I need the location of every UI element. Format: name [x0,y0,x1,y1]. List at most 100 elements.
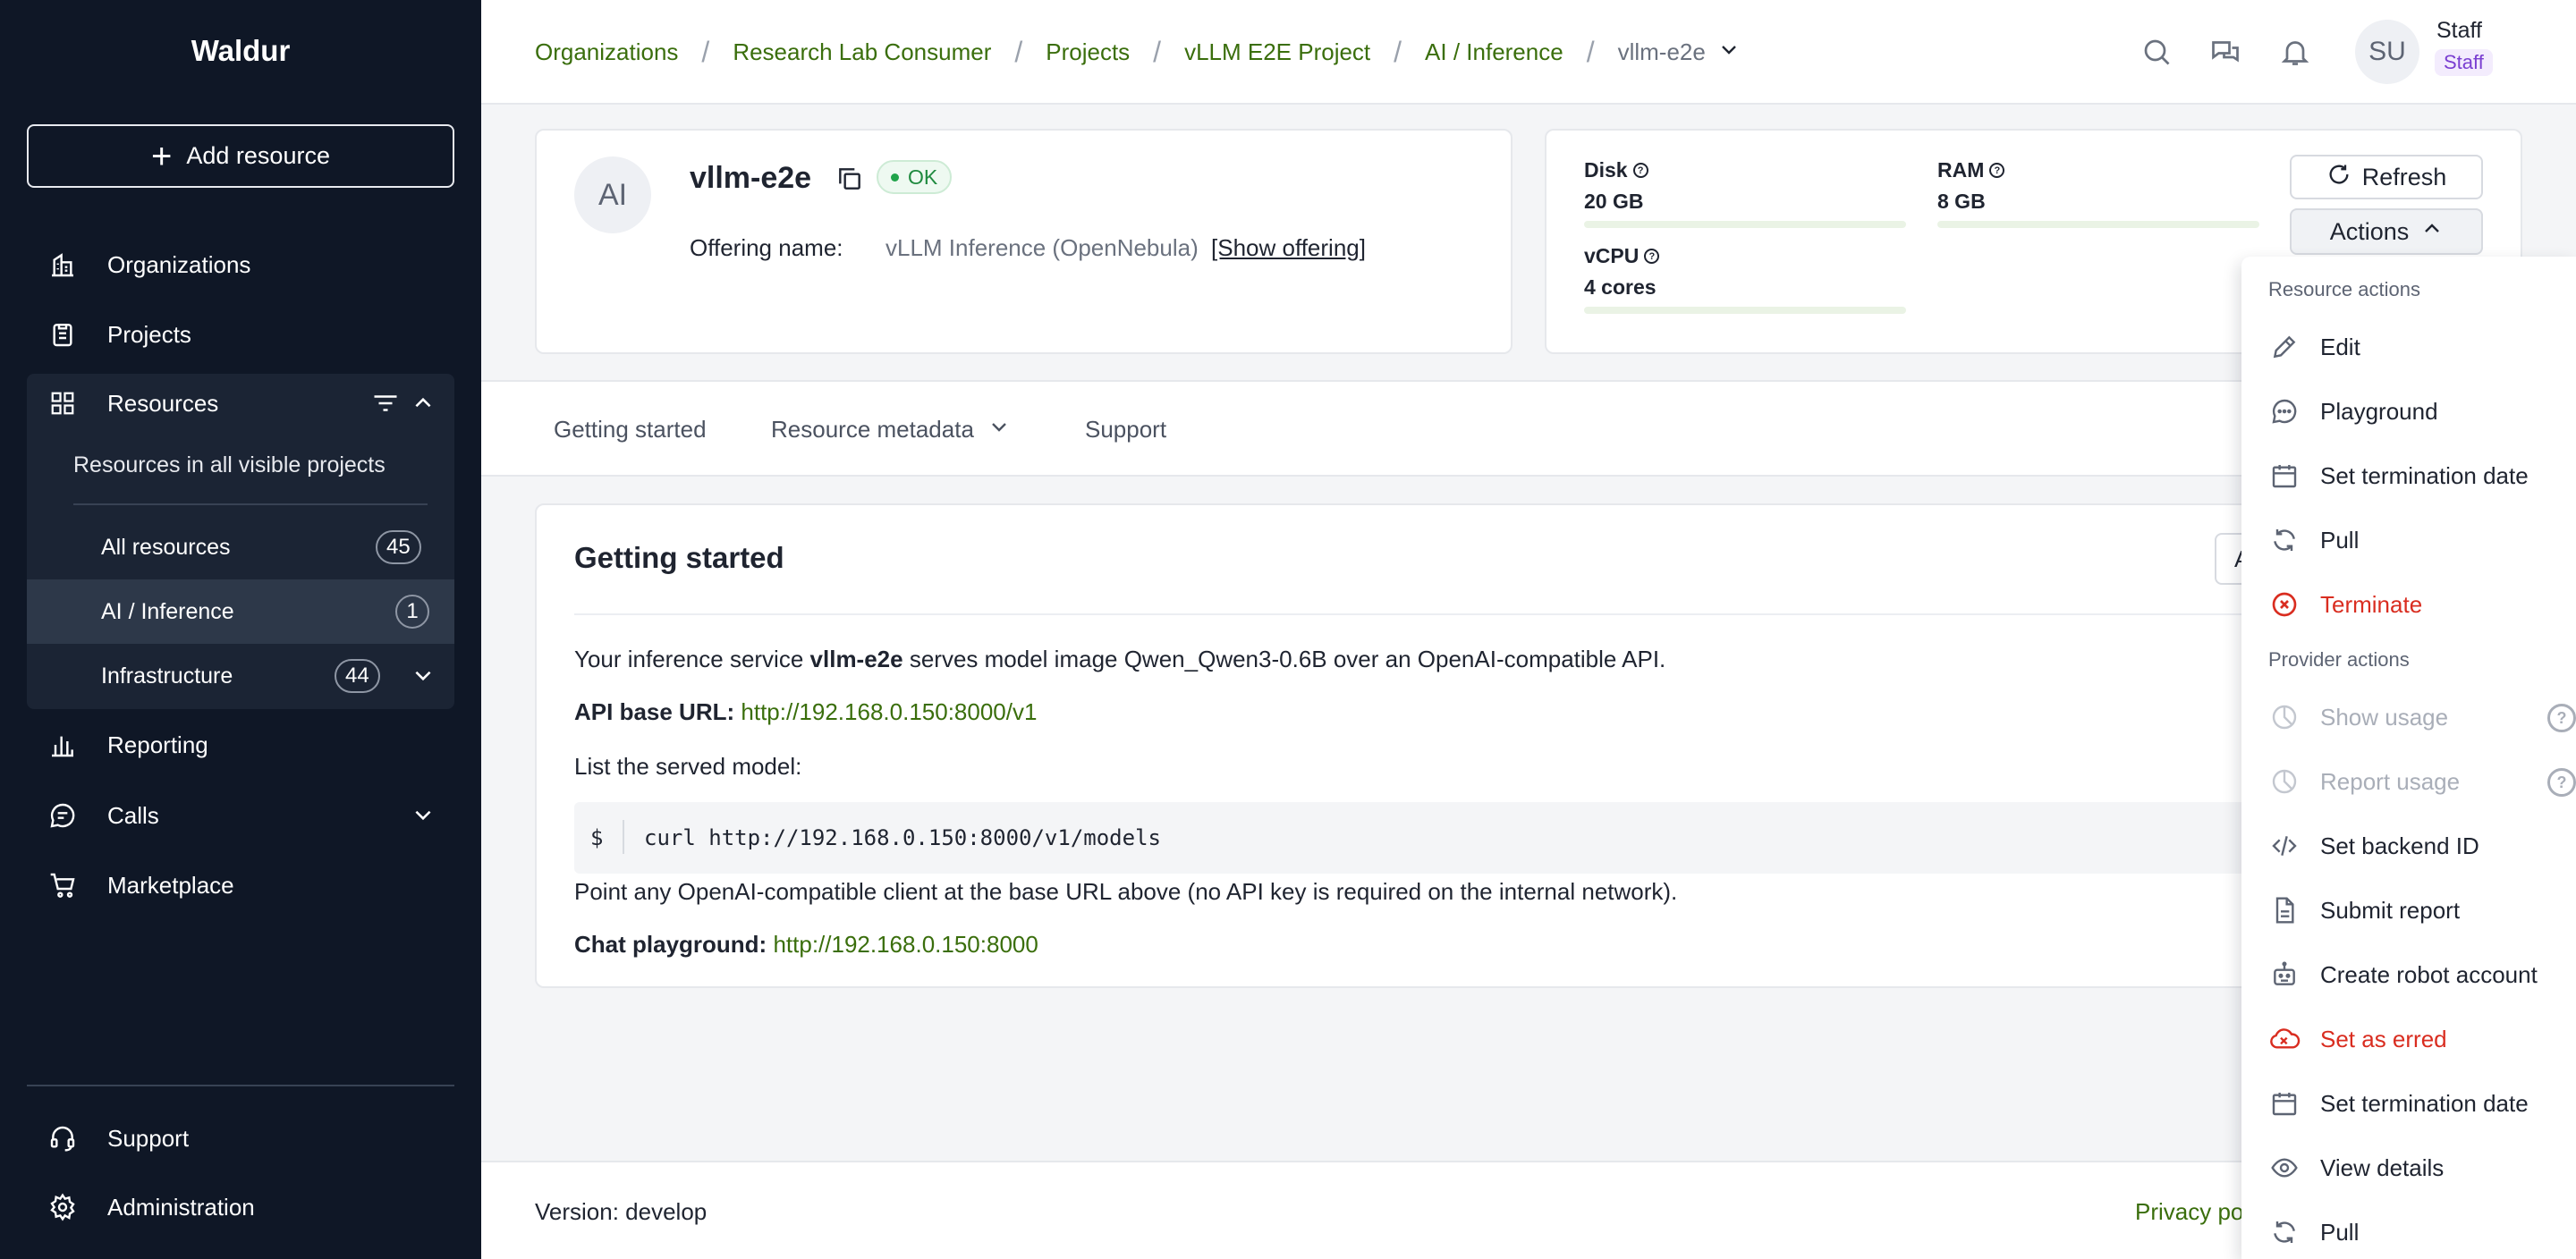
code-command[interactable]: curl http://192.168.0.150:8000/v1/models [644,825,1161,850]
brand-logo[interactable]: Waldur [0,34,481,68]
actions-label: Actions [2329,217,2410,245]
quota-bar [1937,221,2259,228]
breadcrumb-category[interactable]: AI / Inference [1425,38,1563,66]
building-icon [45,247,80,283]
sidebar-item-ai-inference[interactable]: AI / Inference 1 [27,579,454,644]
chat-label: Chat playground: [574,931,767,958]
breadcrumb-projects[interactable]: Projects [1046,38,1130,66]
refresh-button[interactable]: Refresh [2290,155,2483,199]
help-icon[interactable]: ? [2547,704,2576,732]
resources-all-visible-label[interactable]: Resources in all visible projects [73,452,386,478]
divider [73,503,428,505]
menu-item-edit[interactable]: Edit [2241,319,2576,373]
sidebar-label: Projects [107,320,191,348]
filter-icon[interactable] [372,392,399,421]
resources-group: Resources Resources in all visible proje… [27,374,454,709]
quota-bar [1584,307,1906,314]
sub-item-label: All resources [101,534,231,560]
eye-icon [2268,1152,2301,1184]
menu-item-report-usage[interactable]: Report usage ? [2241,754,2576,807]
intro-text: Your inference service [574,646,810,672]
help-icon[interactable]: ? [2547,768,2576,797]
add-resource-button[interactable]: + Add resource [27,124,454,188]
sidebar-item-infrastructure[interactable]: Infrastructure 44 [27,644,454,708]
chat-bubbles-icon[interactable] [2209,36,2241,72]
resource-title: vllm-e2e [690,161,812,195]
menu-item-label: Show usage [2320,704,2449,731]
chevron-down-icon[interactable] [411,663,435,693]
sidebar-label: Reporting [107,731,208,758]
quota-ram: RAM? 8 GB [1937,158,2259,228]
point-paragraph: Point any OpenAI-compatible client at th… [574,878,1678,905]
menu-item-label: Report usage [2320,768,2461,795]
code-separator [623,820,624,854]
help-icon[interactable]: ? [1644,249,1660,264]
sidebar-item-administration[interactable]: Administration [27,1180,454,1234]
version-label: Version: develop [535,1198,708,1225]
chevron-up-icon[interactable] [411,392,435,421]
menu-item-submit-report[interactable]: Submit report [2241,883,2576,936]
bell-icon[interactable] [2279,36,2311,72]
menu-item-pull[interactable]: Pull [2241,512,2576,566]
search-icon[interactable] [2140,36,2173,72]
breadcrumb-current[interactable]: vllm-e2e [1618,38,1740,66]
show-offering-link[interactable]: [Show offering] [1211,234,1366,262]
refresh-label: Refresh [2361,163,2447,190]
menu-item-set-termination-date[interactable]: Set termination date [2241,1076,2576,1129]
chat-url-link[interactable]: http://192.168.0.150:8000 [773,931,1038,958]
calendar-icon [2268,1087,2301,1120]
menu-item-set-as-erred[interactable]: Set as erred [2241,1011,2576,1065]
help-icon[interactable]: ? [1632,163,1648,178]
sidebar-item-marketplace[interactable]: Marketplace [27,858,454,912]
sidebar-item-projects[interactable]: Projects [27,308,454,361]
quota-value: 8 GB [1937,190,1986,213]
sidebar-item-reporting[interactable]: Reporting [27,718,454,772]
menu-item-label: Set termination date [2320,462,2529,489]
chat-bubble-icon [2268,395,2301,427]
avatar[interactable]: SU [2355,20,2419,84]
menu-item-label: Edit [2320,334,2360,360]
menu-item-pull[interactable]: Pull [2241,1204,2576,1258]
count-badge: 1 [395,595,429,629]
menu-item-label: Set termination date [2320,1090,2529,1117]
privacy-link[interactable]: Privacy po [2135,1198,2243,1226]
sidebar-item-resources[interactable]: Resources [27,374,454,433]
tab-label: Resource metadata [771,416,974,443]
breadcrumb: Organizations / Research Lab Consumer / … [535,36,1740,69]
getting-started-title: Getting started [574,541,784,574]
menu-item-terminate[interactable]: Terminate [2241,577,2576,630]
copy-icon[interactable] [835,165,864,198]
list-model-label: List the served model: [574,753,802,780]
breadcrumb-organization[interactable]: Research Lab Consumer [733,38,991,66]
actions-button[interactable]: Actions [2290,208,2483,255]
tab-support[interactable]: Support [1085,416,1166,444]
breadcrumb-project[interactable]: vLLM E2E Project [1184,38,1370,66]
menu-item-set-backend-id[interactable]: Set backend ID [2241,818,2576,872]
api-url-link[interactable]: http://192.168.0.150:8000/v1 [741,698,1037,725]
sidebar-item-support[interactable]: Support [27,1111,454,1165]
help-icon[interactable]: ? [1989,163,2005,178]
menu-item-view-details[interactable]: View details [2241,1140,2576,1194]
provider-actions-header: Provider actions [2268,648,2410,671]
tab-getting-started[interactable]: Getting started [554,416,707,444]
chart-pie-icon [2268,701,2301,733]
resource-avatar: AI [574,156,651,233]
sidebar-item-organizations[interactable]: Organizations [27,238,454,292]
sidebar-label: Support [107,1124,190,1152]
code-icon [2268,830,2301,862]
count-badge: 45 [376,530,421,564]
chat-playground-line: Chat playground: http://192.168.0.150:80… [574,931,1038,959]
bar-chart-icon [45,727,80,763]
sub-item-label: AI / Inference [101,598,234,624]
sidebar-item-calls[interactable]: Calls [27,789,454,842]
breadcrumb-organizations[interactable]: Organizations [535,38,678,66]
menu-item-show-usage[interactable]: Show usage ? [2241,689,2576,743]
tab-resource-metadata[interactable]: Resource metadata [771,416,1010,444]
quota-value: 20 GB [1584,190,1644,213]
sidebar-item-all-resources[interactable]: All resources 45 [27,515,454,579]
menu-item-create-robot-account[interactable]: Create robot account [2241,947,2576,1001]
menu-item-playground[interactable]: Playground [2241,384,2576,437]
breadcrumb-separator: / [1586,36,1595,68]
menu-item-set-termination-date[interactable]: Set termination date [2241,448,2576,502]
chart-pie-icon [2268,765,2301,798]
